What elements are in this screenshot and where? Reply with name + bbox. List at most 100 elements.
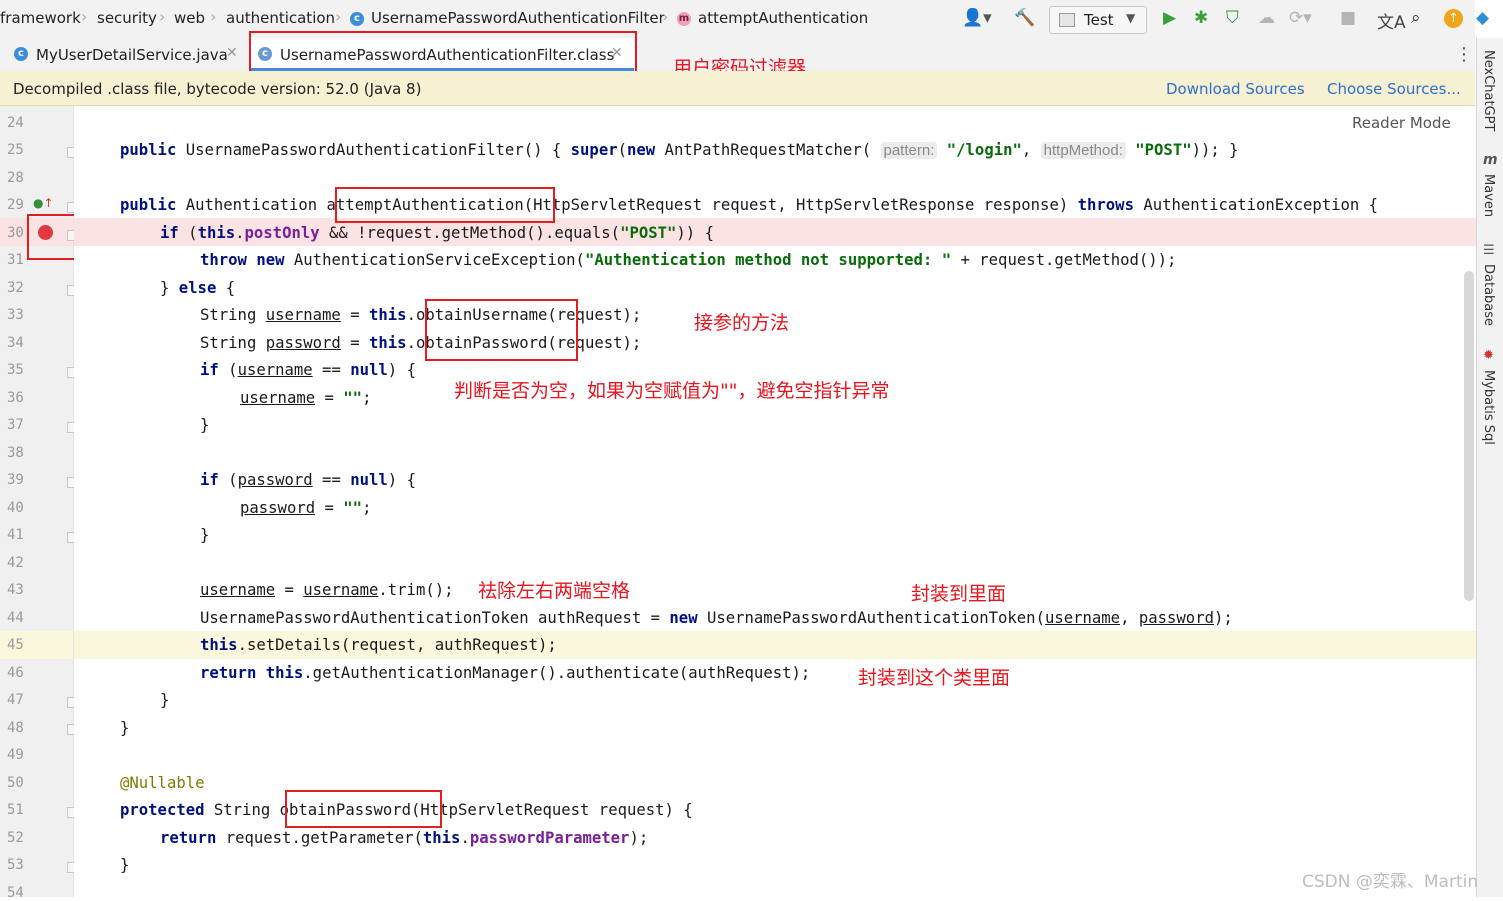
code-text: .getAuthenticationManager().authenticate… xyxy=(303,664,811,682)
override-method-icon[interactable]: ●↑ xyxy=(33,196,54,210)
code-text: == xyxy=(312,471,351,489)
parameter-hint: pattern: xyxy=(880,142,938,159)
string-literal: "Authentication method not supported: " xyxy=(584,251,952,269)
code-line-40: password = ""; xyxy=(240,499,371,517)
right-tool-window-bar: NexChatGPT m Maven ☰ Database ✹ Mybatis … xyxy=(1476,38,1503,897)
code-line-37: } xyxy=(200,416,209,434)
code-text: . xyxy=(235,224,245,242)
reader-mode-button[interactable]: Reader Mode xyxy=(1352,114,1451,132)
run-configuration-dropdown[interactable]: Test ▼ xyxy=(1049,6,1147,34)
line-number: 25 xyxy=(7,142,24,158)
line-number: 40 xyxy=(7,500,24,516)
tab-myuserdetailservice[interactable]: c MyUserDetailService.java ✕ xyxy=(6,38,242,71)
code-text: AntPathRequestMatcher( xyxy=(655,141,881,159)
tool-window-maven[interactable]: Maven xyxy=(1481,174,1496,217)
breadcrumb-item-framework[interactable]: framework xyxy=(0,9,81,27)
keyword: else xyxy=(178,279,217,297)
code-text: String xyxy=(200,334,266,352)
search-icon[interactable]: ⌕ xyxy=(1411,8,1421,28)
code-line-52: return request.getParameter(this.passwor… xyxy=(160,829,648,847)
breadcrumb-item-web[interactable]: web xyxy=(174,9,205,27)
code-line-41: } xyxy=(200,526,209,544)
line-number: 33 xyxy=(7,307,24,323)
breadcrumb-item-class[interactable]: UsernamePasswordAuthenticationFilter xyxy=(371,9,665,27)
tool-window-mybatis-sql[interactable]: Mybatis Sql xyxy=(1481,370,1496,445)
more-options-icon[interactable]: ⋮ xyxy=(1455,44,1473,65)
keyword: new xyxy=(256,251,285,269)
line-number: 32 xyxy=(7,280,24,296)
variable-name: username xyxy=(240,389,316,407)
variable-name: username xyxy=(237,361,313,379)
tool-window-database[interactable]: Database xyxy=(1481,264,1496,326)
tool-window-nexchatgpt[interactable]: NexChatGPT xyxy=(1481,50,1496,131)
keyword: this xyxy=(422,829,461,847)
code-text: AuthenticationException { xyxy=(1133,196,1379,214)
code-text: String xyxy=(200,306,266,324)
code-text: = xyxy=(340,334,369,352)
run-config-label: Test xyxy=(1084,11,1114,29)
build-hammer-icon[interactable]: 🔨 xyxy=(1014,8,1035,28)
code-text: } xyxy=(160,691,170,709)
annotation-wrap-into-class: 封装到这个类里面 xyxy=(858,667,1011,689)
keyword: public xyxy=(120,196,177,214)
debug-icon[interactable]: ✱ xyxy=(1194,8,1208,28)
keyword: public xyxy=(120,141,177,159)
line-number: 37 xyxy=(7,417,24,433)
code-text: String obtainPassword(HttpServletRequest… xyxy=(204,801,693,819)
coverage-icon[interactable]: ⛉ xyxy=(1226,8,1239,28)
plugin-logo-icon[interactable]: ◆ xyxy=(1476,8,1489,28)
annotation-null-check: 判断是否为空，如果为空赋值为""，避免空指针异常 xyxy=(454,380,890,402)
profile-icon[interactable]: ☁ xyxy=(1258,8,1275,28)
variable-name: password xyxy=(1138,609,1214,627)
line-number: 38 xyxy=(7,445,24,461)
tab-label: MyUserDetailService.java xyxy=(36,46,228,64)
variable-name: username xyxy=(200,581,276,599)
download-sources-link[interactable]: Download Sources xyxy=(1166,80,1305,98)
keyword: null xyxy=(350,361,388,379)
line-number: 35 xyxy=(7,362,24,378)
stop-icon[interactable]: ■ xyxy=(1340,8,1356,28)
keyword: this xyxy=(369,334,407,352)
chevron-down-icon: ▼ xyxy=(1126,11,1136,25)
code-line-31: throw new AuthenticationServiceException… xyxy=(200,251,1176,269)
code-line-39: if (password == null) { xyxy=(200,471,416,489)
line-number: 36 xyxy=(7,390,24,406)
code-line-32: } else { xyxy=(160,279,235,297)
breadcrumb-item-authentication[interactable]: authentication xyxy=(226,9,335,27)
maven-icon: m xyxy=(1483,152,1498,168)
line-number: 39 xyxy=(7,472,24,488)
keyword: if xyxy=(200,361,219,379)
line-number: 42 xyxy=(7,555,24,571)
keyword: if xyxy=(160,224,179,242)
choose-sources-link[interactable]: Choose Sources... xyxy=(1327,80,1461,98)
variable-name: password xyxy=(265,334,341,352)
field-name: passwordParameter xyxy=(469,829,630,847)
keyword: if xyxy=(200,471,219,489)
annotation-wrap-into: 封装到里面 xyxy=(911,583,1007,605)
breadcrumb-item-security[interactable]: security xyxy=(97,9,157,27)
line-number: 51 xyxy=(7,802,24,818)
code-line-30: if (this.postOnly && !request.getMethod(… xyxy=(160,224,714,242)
line-number: 29 xyxy=(7,197,24,213)
run-icon[interactable]: ▶ xyxy=(1163,8,1176,28)
attach-icon[interactable]: ⟳▾ xyxy=(1289,8,1312,28)
keyword: super xyxy=(570,141,618,159)
code-line-46: return this.getAuthenticationManager().a… xyxy=(200,664,810,682)
vertical-scrollbar[interactable] xyxy=(1464,271,1474,601)
class-icon: c xyxy=(14,47,28,61)
code-line-44: UsernamePasswordAuthenticationToken auth… xyxy=(200,609,1233,627)
user-icon[interactable]: 👤▾ xyxy=(962,8,992,28)
update-icon[interactable]: ↑ xyxy=(1444,9,1463,28)
breadcrumb-item-method[interactable]: attemptAuthentication xyxy=(698,9,868,27)
breadcrumb-separator-icon: › xyxy=(335,7,342,26)
string-literal: "" xyxy=(343,499,363,517)
close-icon[interactable]: ✕ xyxy=(226,45,238,61)
variable-name: username xyxy=(265,306,341,324)
annotation-keyword: @Nullable xyxy=(120,774,205,792)
parameter-hint: httpMethod: xyxy=(1040,142,1126,159)
code-text: ( xyxy=(218,361,238,379)
translate-icon[interactable]: 文A xyxy=(1377,8,1406,33)
code-text: } xyxy=(200,526,210,544)
code-line-35: if (username == null) { xyxy=(200,361,416,379)
code-text: ) { xyxy=(387,471,416,489)
